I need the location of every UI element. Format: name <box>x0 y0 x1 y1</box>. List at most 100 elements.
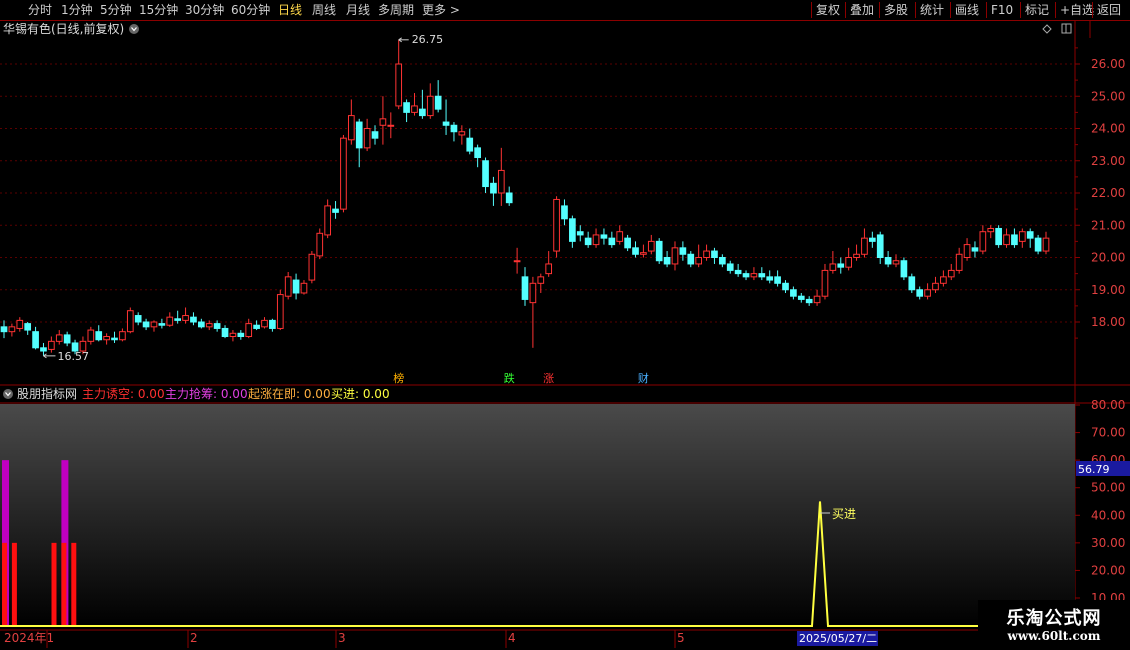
indicator-red-bar <box>71 542 77 627</box>
candle <box>442 99 450 135</box>
candle-body-down <box>521 276 529 300</box>
btn-huaxian[interactable]: 画线 <box>955 0 979 20</box>
candle-body-up <box>671 247 679 265</box>
candle <box>719 254 726 268</box>
candle-body-up <box>284 276 292 297</box>
candle-body-down <box>584 237 592 246</box>
candle <box>166 312 174 327</box>
candle <box>861 228 868 258</box>
candle <box>513 247 521 274</box>
btn-diejia[interactable]: 叠加 <box>850 0 874 20</box>
candle <box>805 296 813 306</box>
candle <box>561 199 568 226</box>
candle-body-down <box>490 182 497 194</box>
candle <box>797 292 805 303</box>
btn-tongji[interactable]: 统计 <box>920 0 944 20</box>
tab-15min[interactable]: 15分钟 <box>139 0 178 20</box>
candle <box>269 318 276 332</box>
candle <box>829 251 837 274</box>
toolbar-separator <box>845 2 846 18</box>
candle-body-down <box>561 205 568 220</box>
candle <box>103 333 110 345</box>
candle-body-up <box>48 340 55 350</box>
candle <box>616 225 624 245</box>
candle-body-up <box>979 231 987 252</box>
indicator-red-bar <box>11 542 17 627</box>
candle <box>371 125 379 145</box>
tab-more[interactable]: 更多 > <box>422 0 460 20</box>
candle-body-up <box>119 331 126 341</box>
candle-body-down <box>355 121 363 149</box>
candle <box>253 320 260 331</box>
candle-body-down <box>608 237 616 246</box>
candle-body-down <box>797 295 805 300</box>
tab-5min[interactable]: 5分钟 <box>100 0 132 20</box>
candle <box>40 342 47 356</box>
candle-body-down <box>482 160 489 188</box>
candle <box>955 247 963 274</box>
btn-f10[interactable]: F10 <box>991 0 1013 20</box>
candle-body-up <box>458 131 466 136</box>
btn-zixuan[interactable]: +自选 <box>1060 0 1094 20</box>
candle <box>1026 228 1034 248</box>
btn-fanhui[interactable]: 返回 <box>1097 0 1121 20</box>
candle <box>640 244 647 258</box>
toolbar-separator <box>1055 2 1056 18</box>
candle-body-down <box>663 257 671 265</box>
candle <box>32 326 39 350</box>
price-tick-label: 25.00 <box>1091 89 1125 103</box>
diamond-icon <box>1042 24 1052 34</box>
indicator-tick-label: 70.00 <box>1091 426 1125 440</box>
candle-body-down <box>213 323 221 329</box>
candle <box>868 231 876 248</box>
candle-body-down <box>466 137 474 152</box>
tab-1min[interactable]: 1分钟 <box>61 0 93 20</box>
candle <box>292 273 300 300</box>
candle-body-down <box>505 192 513 204</box>
candle <box>158 318 166 329</box>
btn-biaoji[interactable]: 标记 <box>1025 0 1049 20</box>
tab-60min[interactable]: 60分钟 <box>231 0 270 20</box>
tab-fenshi[interactable]: 分时 <box>28 0 52 20</box>
candle <box>24 322 32 335</box>
candle-body-up <box>363 128 371 149</box>
tab-weekly[interactable]: 周线 <box>312 0 336 20</box>
btn-fuquan[interactable]: 复权 <box>816 0 840 20</box>
indicator-legend-item: 起涨在即: 0.00 <box>248 386 331 401</box>
toolbar: 分时 1分钟 5分钟 15分钟 30分钟 60分钟 日线 周线 月线 多周期 更多 > 复权 叠加 多股统… <box>0 0 1130 21</box>
candle <box>924 283 931 300</box>
candle <box>790 286 797 300</box>
candle-body-down <box>474 147 481 159</box>
candle-body-down <box>190 316 197 323</box>
candle <box>505 186 513 206</box>
low-price-label: 16.57 <box>57 350 89 363</box>
candle <box>1011 228 1018 248</box>
candle <box>750 267 758 281</box>
candle-body-down <box>624 237 631 249</box>
candle-body-up <box>16 319 24 329</box>
candle <box>198 318 205 329</box>
btn-duogu[interactable]: 多股 <box>884 0 908 20</box>
candle-body-down <box>221 327 229 338</box>
candle <box>419 89 426 119</box>
tab-30min[interactable]: 30分钟 <box>185 0 224 20</box>
candle <box>537 273 545 293</box>
candle <box>632 241 639 258</box>
candle-body-up <box>166 316 174 326</box>
indicator-tick-label: 80.00 <box>1091 398 1125 412</box>
candle-body-down <box>198 321 205 328</box>
tab-multi-period[interactable]: 多周期 <box>378 0 414 20</box>
candle-body-up <box>750 273 758 278</box>
candle-body-up <box>316 232 324 257</box>
candle <box>916 286 924 300</box>
candle-body-down <box>719 257 726 265</box>
tab-daily[interactable]: 日线 <box>278 0 302 20</box>
candle <box>971 241 979 258</box>
candle <box>395 39 403 110</box>
candle <box>119 328 126 342</box>
candle <box>229 330 237 342</box>
tab-monthly[interactable]: 月线 <box>346 0 370 20</box>
candle-body-down <box>790 289 797 297</box>
candle-body-down <box>111 337 118 341</box>
candle-body-up <box>261 319 268 328</box>
